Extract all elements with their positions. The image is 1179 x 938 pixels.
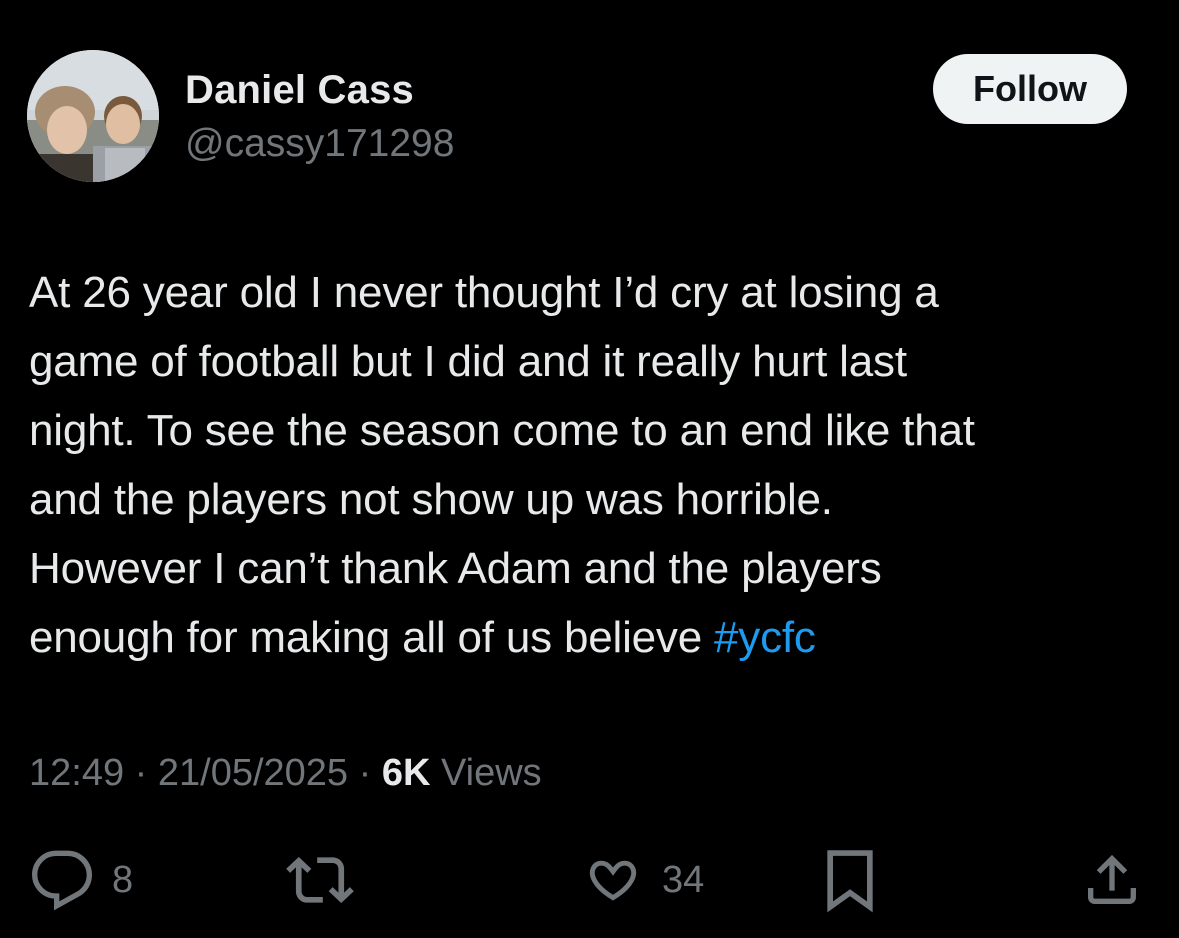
- tweet-text-line: At 26 year old I never thought I’d cry a…: [29, 268, 939, 317]
- meta-separator: ·: [134, 752, 148, 794]
- tweet-text: At 26 year old I never thought I’d cry a…: [29, 258, 1159, 672]
- bookmark-button[interactable]: [820, 840, 880, 920]
- author-handle[interactable]: @cassy171298: [185, 122, 454, 166]
- share-icon: [1080, 848, 1144, 912]
- tweet-header: Daniel Cass @cassy171298 Follow: [27, 50, 1127, 185]
- follow-button[interactable]: Follow: [933, 54, 1127, 124]
- avatar[interactable]: [27, 50, 159, 182]
- tweet-text-line-last: enough for making all of us believe #ycf…: [29, 603, 1159, 672]
- share-button[interactable]: [1080, 840, 1144, 920]
- reply-count: 8: [112, 858, 134, 901]
- tweet-text-line: game of football but I did and it really…: [29, 337, 907, 386]
- action-bar: 8 34: [0, 840, 1179, 920]
- heart-icon: [582, 849, 644, 911]
- like-count: 34: [662, 858, 705, 901]
- views-label: Views: [440, 752, 542, 794]
- tweet-text-line: and the players not show up was horrible…: [29, 475, 833, 524]
- tweet-meta: 12:49 · 21/05/2025 · 6K Views: [29, 752, 542, 795]
- author-name[interactable]: Daniel Cass: [185, 68, 414, 113]
- tweet-text-fragment: enough for making all of us believe: [29, 613, 715, 662]
- bookmark-icon: [820, 846, 880, 914]
- tweet: Daniel Cass @cassy171298 Follow At 26 ye…: [0, 0, 1179, 938]
- tweet-text-line: night. To see the season come to an end …: [29, 406, 975, 455]
- retweet-button[interactable]: [286, 840, 354, 920]
- retweet-icon: [286, 846, 354, 914]
- avatar-image: [27, 50, 159, 182]
- hashtag-link[interactable]: #ycfc: [714, 613, 816, 662]
- meta-separator: ·: [358, 752, 372, 794]
- reply-button[interactable]: 8: [30, 840, 133, 920]
- tweet-text-line: However I can’t thank Adam and the playe…: [29, 544, 882, 593]
- views-count: 6K: [381, 752, 431, 794]
- like-button[interactable]: 34: [582, 840, 704, 920]
- reply-icon: [30, 848, 94, 912]
- tweet-time[interactable]: 12:49: [29, 752, 124, 794]
- tweet-date[interactable]: 21/05/2025: [158, 752, 348, 794]
